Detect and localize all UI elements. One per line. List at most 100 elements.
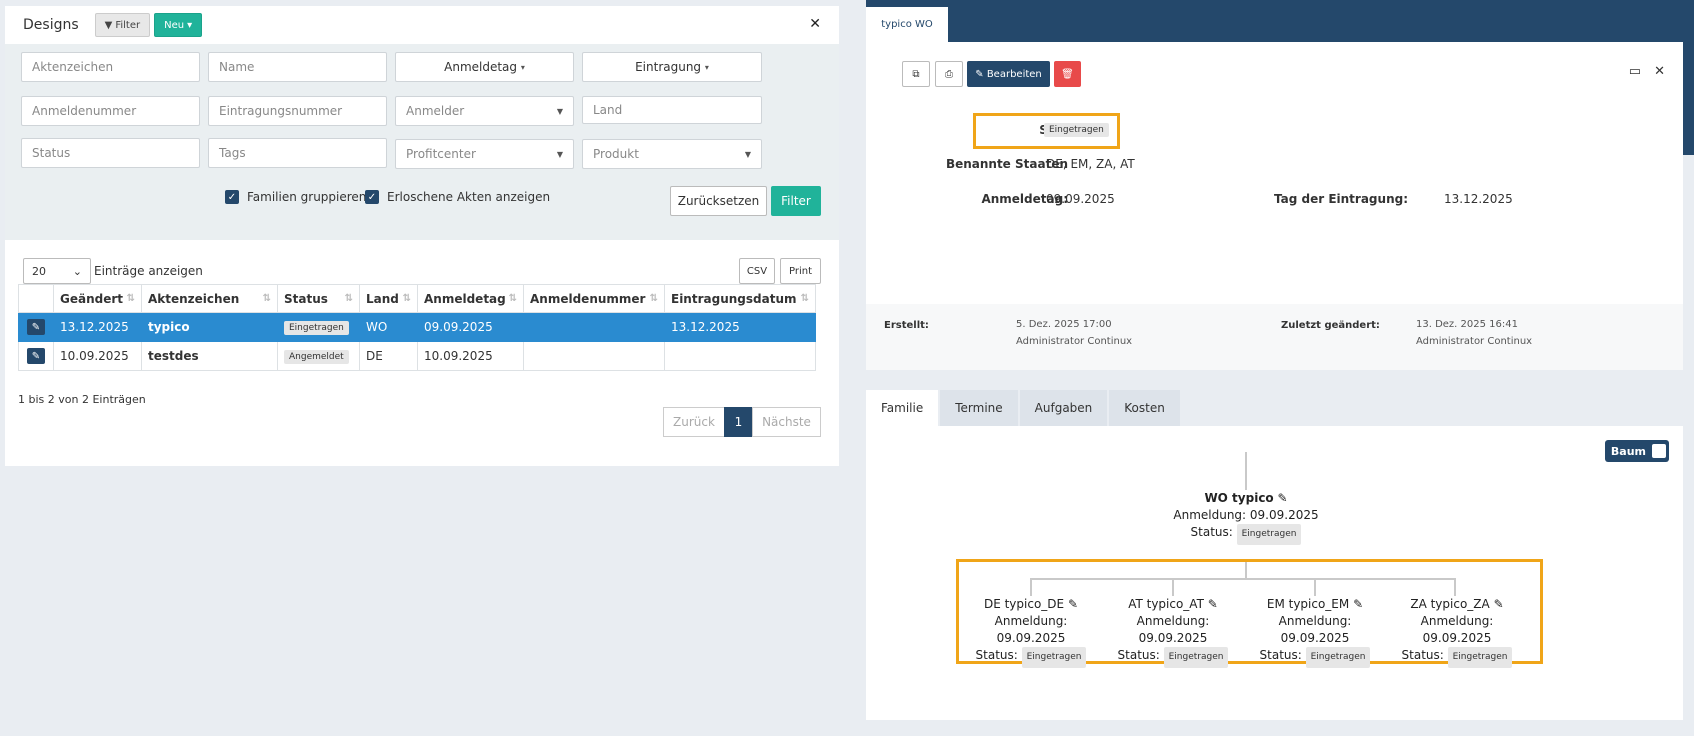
edit-button[interactable]: ✎ Bearbeiten (967, 61, 1050, 87)
edit-icon: ✎ (975, 68, 984, 80)
tree-line (1030, 578, 1032, 596)
print-button[interactable]: Print (780, 258, 821, 284)
edit-icon[interactable]: ✎ (1353, 597, 1363, 611)
eintragungsnummer-input[interactable]: Eintragungsnummer (208, 96, 387, 126)
tab-familie[interactable]: Familie (866, 390, 939, 426)
designs-table: Geändert ⇅ Aktenzeichen ⇅ Status ⇅ Land ⇅ An… (18, 284, 816, 371)
status-badge: Eingetragen (1447, 647, 1513, 668)
edit-icon[interactable]: ✎ (1068, 597, 1078, 611)
sort-icon: ⇅ (262, 293, 271, 304)
edit-icon[interactable]: ✎ (1494, 597, 1504, 611)
tree-root-node: WO typico ✎ Anmeldung: 09.09.2025 Status… (1146, 490, 1346, 545)
toggle-icon (1652, 444, 1666, 458)
edit-icon[interactable]: ✎ (1208, 597, 1218, 611)
filter-icon: ▼ (104, 19, 113, 31)
caret-icon: ▼ (744, 149, 751, 159)
family-tree-panel: Baum WO typico ✎ Anmeldung: 09.09.2025 S… (866, 426, 1683, 720)
profitcenter-select[interactable]: Profitcenter ▼ (395, 139, 574, 169)
status-badge: Eingetragen (1305, 647, 1371, 668)
table-row[interactable]: ✎ 13.12.2025 typico Eingetragen WO 09.09… (18, 312, 816, 342)
check-icon: ✓ (365, 190, 379, 204)
name-input[interactable]: Name (208, 52, 387, 82)
table-info: 1 bis 2 von 2 Einträgen (18, 393, 146, 406)
status-input[interactable]: Status (21, 138, 200, 168)
caret-icon: ▼ (556, 106, 563, 116)
sort-icon: ⇅ (800, 293, 809, 304)
detail-tabs: Familie Termine Aufgaben Kosten (866, 390, 1182, 426)
staaten-label: Benannte Staaten (945, 157, 1068, 171)
sort-icon: ⇅ (508, 293, 517, 304)
eintragung-dropdown[interactable]: Eintragung ▾ (582, 52, 762, 82)
status-badge: Eingetragen (1044, 123, 1109, 137)
sort-icon: ⇅ (402, 293, 411, 304)
col-anmeldetag[interactable]: Anmeldetag ⇅ (417, 284, 524, 313)
col-eintragungsdatum[interactable]: Eintragungsdatum ⇅ (664, 284, 816, 313)
land-input[interactable]: Land (582, 96, 762, 124)
erstellt-label: Erstellt: (884, 320, 929, 331)
status-badge: Angemeldet (284, 350, 349, 364)
caret-icon: ▾ (704, 62, 709, 72)
baum-toggle[interactable]: Baum (1604, 440, 1669, 462)
anmeldetag-value: 09.09.2025 (1046, 192, 1115, 206)
page-length-label: Einträge anzeigen (94, 264, 203, 278)
anmeldenummer-input[interactable]: Anmeldenummer (21, 96, 200, 126)
filter-toggle-button[interactable]: ▼ Filter (94, 13, 151, 37)
col-anmeldenummer[interactable]: Anmeldenummer ⇅ (523, 284, 665, 313)
tree-child-node: AT typico_AT ✎ Anmeldung: 09.09.2025 Sta… (1103, 596, 1243, 668)
tree-child-node: ZA typico_ZA ✎ Anmeldung: 09.09.2025 Sta… (1387, 596, 1527, 668)
tab-termine[interactable]: Termine (940, 390, 1018, 426)
close-icon[interactable]: ✕ (1654, 64, 1665, 79)
csv-button[interactable]: CSV (739, 258, 775, 284)
filter-submit-button[interactable]: Filter (771, 186, 821, 216)
edit-icon[interactable]: ✎ (27, 348, 45, 364)
sort-icon: ⇅ (649, 293, 658, 304)
tree-line (1454, 578, 1456, 596)
geaendert-label: Zuletzt geändert: (1281, 320, 1380, 331)
edit-icon[interactable]: ✎ (1278, 491, 1288, 505)
produkt-select[interactable]: Produkt ▼ (582, 139, 762, 169)
maximize-icon[interactable]: ▭ (1629, 64, 1641, 79)
edit-icon[interactable]: ✎ (27, 319, 45, 335)
status-badge: Eingetragen (1163, 647, 1229, 668)
reset-button[interactable]: Zurücksetzen (670, 186, 767, 216)
page-1-button[interactable]: 1 (724, 407, 753, 437)
tree-child-node: DE typico_DE ✎ Anmeldung: 09.09.2025 Sta… (961, 596, 1101, 668)
table-row[interactable]: ✎ 10.09.2025 testdes Angemeldet DE 10.09… (18, 341, 816, 371)
chevron-down-icon: ⌄ (72, 264, 82, 278)
anmeldetag-dropdown[interactable]: Anmeldetag ▾ (395, 52, 574, 82)
meta-info: Erstellt: 5. Dez. 2025 17:00 Administrato… (866, 304, 1683, 370)
anmeldetag-label: Anmeldetag: (981, 192, 1068, 206)
col-status[interactable]: Status ⇅ (277, 284, 360, 313)
col-land[interactable]: Land ⇅ (359, 284, 418, 313)
caret-icon: ▼ (556, 149, 563, 159)
tree-child-node: EM typico_EM ✎ Anmeldung: 09.09.2025 Sta… (1245, 596, 1385, 668)
tags-input[interactable]: Tags (208, 138, 387, 168)
eintragung-label: Tag der Eintragung: (1274, 192, 1408, 206)
familien-gruppieren-checkbox[interactable]: ✓ Familien gruppieren (225, 190, 366, 204)
tab-typico-wo[interactable]: typico WO (866, 7, 948, 42)
copy-button[interactable]: ⧉ (902, 61, 930, 87)
col-aktenzeichen[interactable]: Aktenzeichen ⇅ (141, 284, 278, 313)
new-button[interactable]: Neu ▾ (154, 13, 203, 37)
tab-aufgaben[interactable]: Aufgaben (1019, 390, 1108, 426)
next-page-button[interactable]: Nächste (752, 407, 821, 437)
detail-panel: ⧉ ⎙ ✎ Bearbeiten 🗑 ▭ ✕ Status: Eingetrag… (866, 42, 1683, 304)
aktenzeichen-input[interactable]: Aktenzeichen (21, 52, 200, 82)
page-length-select[interactable]: 20 ⌄ (23, 258, 91, 284)
sort-icon: ⇅ (126, 293, 135, 304)
tree-line (1030, 578, 1455, 580)
geaendert-value: 13. Dez. 2025 16:41 Administrator Continu… (1416, 319, 1533, 347)
erstellt-value: 5. Dez. 2025 17:00 Administrator Continux (1016, 319, 1133, 347)
prev-page-button[interactable]: Zurück (663, 407, 725, 437)
delete-button[interactable]: 🗑 (1054, 61, 1081, 87)
check-icon: ✓ (225, 190, 239, 204)
tab-kosten[interactable]: Kosten (1109, 390, 1180, 426)
trash-icon: 🗑 (1061, 68, 1074, 80)
col-geaendert[interactable]: Geändert ⇅ (53, 284, 142, 313)
erloschene-akten-checkbox[interactable]: ✓ Erloschene Akten anzeigen (365, 190, 550, 204)
anmelder-select[interactable]: Anmelder ▼ (395, 96, 574, 126)
print-detail-button[interactable]: ⎙ (935, 61, 963, 87)
close-icon[interactable]: ✕ (809, 16, 821, 32)
panel-title: Designs (23, 17, 79, 33)
copy-icon: ⧉ (912, 68, 920, 80)
